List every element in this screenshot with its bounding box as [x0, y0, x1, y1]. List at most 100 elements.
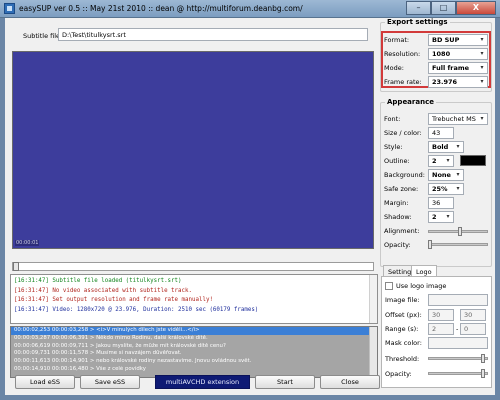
margin-input[interactable]: 36 — [428, 197, 454, 209]
seek-slider[interactable] — [12, 262, 374, 271]
background-select[interactable]: None ▾ — [428, 169, 464, 181]
subtitle-row[interactable]: 00:00:11,613 00:00:14,901 > nebo královs… — [11, 358, 377, 366]
chevron-down-icon: ▾ — [446, 213, 450, 220]
font-label: Font: — [384, 115, 401, 123]
range-to-input[interactable]: 0 — [460, 323, 486, 335]
font-value: Trebuchet MS — [432, 115, 476, 123]
multiavchd-extension-button[interactable]: multiAVCHD extension — [155, 375, 250, 389]
image-file-input[interactable] — [428, 294, 488, 306]
framerate-value: 23.976 — [432, 78, 458, 86]
range-from-input[interactable]: 2 — [428, 323, 454, 335]
log-line: [16:31:47] Set output resolution and fra… — [14, 297, 213, 303]
chevron-down-icon: ▾ — [456, 185, 460, 192]
maximize-button[interactable]: □ — [431, 1, 456, 15]
alignment-slider-thumb[interactable] — [457, 227, 462, 236]
chevron-down-icon: ▾ — [446, 157, 450, 164]
chevron-down-icon: ▾ — [456, 143, 460, 150]
offset-x-input[interactable]: 30 — [428, 309, 454, 321]
load-ess-button[interactable]: Load eSS — [15, 375, 75, 389]
threshold-label: Threshold: — [385, 355, 420, 363]
resolution-value: 1080 — [432, 50, 451, 58]
resolution-select[interactable]: 1080 ▾ — [428, 48, 488, 60]
chevron-down-icon: ▾ — [480, 78, 484, 85]
mode-value: Full frame — [432, 64, 470, 72]
window-title: easySUP ver 0.5 :: May 21st 2010 :: dean… — [19, 4, 303, 13]
mask-color-label: Mask color: — [385, 339, 422, 347]
logo-opacity-label: Opacity: — [385, 370, 412, 378]
seek-thumb[interactable] — [13, 262, 19, 271]
use-logo-checkbox[interactable] — [385, 282, 393, 290]
range-label: Range (s): — [385, 325, 419, 333]
format-value: BD SUP — [432, 36, 460, 44]
subtitle-list: 00:00:02,253 00:00:03,258 > <i>V minulýc… — [10, 326, 378, 378]
mode-select[interactable]: Full frame ▾ — [428, 62, 488, 74]
offset-label: Offset (px): — [385, 311, 422, 319]
log-line: [16:31:47] No video associated with subt… — [14, 287, 192, 294]
appearance-title: Appearance — [385, 98, 436, 106]
size-input[interactable]: 43 — [428, 127, 454, 139]
mask-color-swatch[interactable] — [428, 337, 488, 349]
app-icon — [4, 3, 15, 14]
outline-select[interactable]: 2 ▾ — [428, 155, 454, 167]
subtitle-row[interactable]: 00:00:14,910 00:00:16,480 > Vše z celé p… — [11, 366, 377, 374]
chevron-down-icon: ▾ — [456, 171, 460, 178]
export-settings-title: Export settings — [385, 18, 450, 26]
subtitle-row[interactable]: 00:00:02,253 00:00:03,258 > <i>V minulýc… — [11, 327, 377, 335]
subtitle-file-input[interactable]: D:\Test\titulkysrt.srt — [58, 28, 368, 41]
mode-label: Mode: — [384, 64, 404, 72]
background-label: Background: — [384, 171, 425, 179]
image-file-label: Image file: — [385, 296, 420, 304]
minimize-button[interactable]: – — [406, 1, 431, 15]
subtitle-row[interactable]: 00:00:06,619 00:00:09,711 > Jakou myslít… — [11, 343, 377, 351]
margin-label: Margin: — [384, 199, 409, 207]
alignment-label: Alignment: — [384, 227, 420, 235]
use-logo-label: Use logo image — [396, 282, 447, 290]
range-separator: - — [456, 325, 459, 333]
log-line: [16:31:47] Video: 1280x720 @ 23.976, Dur… — [14, 306, 259, 313]
chevron-down-icon: ▾ — [480, 64, 484, 71]
font-select[interactable]: Trebuchet MS ▾ — [428, 113, 488, 125]
background-value: None — [432, 171, 451, 179]
outline-label: Outline: — [384, 157, 410, 165]
style-label: Style: — [384, 143, 403, 151]
save-ess-button[interactable]: Save eSS — [80, 375, 140, 389]
outline-color-swatch[interactable] — [460, 155, 486, 166]
subtitle-list-scrollbar[interactable] — [369, 327, 377, 377]
subtitle-file-label: Subtitle file: — [23, 32, 63, 40]
opacity-slider[interactable] — [428, 243, 488, 246]
chevron-down-icon: ▾ — [480, 36, 484, 43]
close-window-button[interactable]: X — [456, 1, 496, 15]
shadow-select[interactable]: 2 ▾ — [428, 211, 454, 223]
video-timecode: 00:00:01 — [15, 240, 40, 246]
start-button[interactable]: Start — [255, 375, 315, 389]
style-select[interactable]: Bold ▾ — [428, 141, 464, 153]
format-select[interactable]: BD SUP ▾ — [428, 34, 488, 46]
resolution-label: Resolution: — [384, 50, 421, 58]
shadow-value: 2 — [432, 213, 437, 221]
close-button[interactable]: Close — [320, 375, 380, 389]
framerate-label: Frame rate: — [384, 78, 422, 86]
offset-y-input[interactable]: 30 — [460, 309, 486, 321]
logo-opacity-slider-thumb[interactable] — [481, 369, 485, 378]
logo-opacity-slider[interactable] — [428, 372, 488, 375]
window-controls: – □ X — [406, 1, 496, 15]
safe-zone-label: Safe zone: — [384, 185, 419, 193]
framerate-select[interactable]: 23.976 ▾ — [428, 76, 488, 88]
safe-zone-value: 25% — [432, 185, 448, 193]
shadow-label: Shadow: — [384, 213, 412, 221]
subtitle-row[interactable]: 00:00:09,731 00:00:11,578 > Musíme si na… — [11, 350, 377, 358]
outline-value: 2 — [432, 157, 437, 165]
size-color-label: Size / color: — [384, 129, 422, 137]
log-scrollbar[interactable] — [369, 275, 377, 323]
opacity-slider-thumb[interactable] — [428, 240, 432, 249]
threshold-slider-thumb[interactable] — [481, 354, 485, 363]
threshold-slider[interactable] — [428, 357, 488, 360]
chevron-down-icon: ▾ — [480, 115, 484, 122]
title-bar: easySUP ver 0.5 :: May 21st 2010 :: dean… — [0, 0, 500, 18]
log-panel: [16:31:47] Subtitle file loaded (titulky… — [10, 274, 378, 324]
client-area: Subtitle file: D:\Test\titulkysrt.srt 00… — [5, 18, 495, 395]
safe-zone-select[interactable]: 25% ▾ — [428, 183, 464, 195]
subtitle-row[interactable]: 00:00:03,287 00:00:06,391 > Někdo mimo R… — [11, 335, 377, 343]
video-preview: 00:00:01 — [12, 51, 374, 249]
log-line: [16:31:47] Subtitle file loaded (titulky… — [14, 278, 182, 284]
